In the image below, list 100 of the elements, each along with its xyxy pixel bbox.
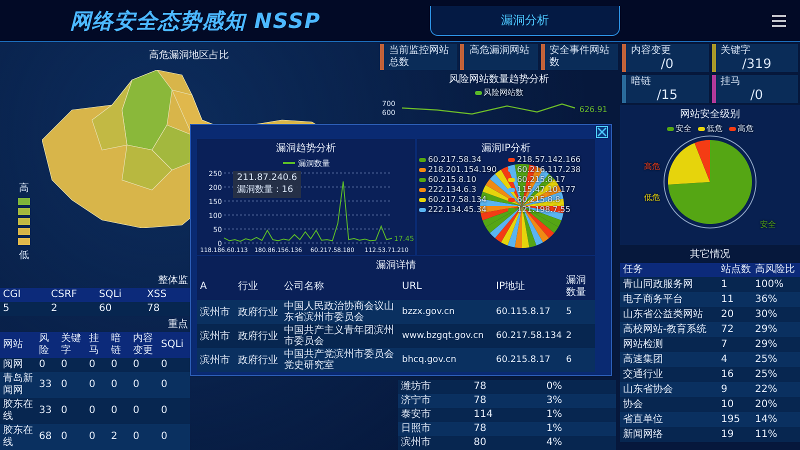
table-cell: 14% xyxy=(752,412,800,427)
table-cell: 33 xyxy=(36,398,58,424)
table-cell: 2 xyxy=(563,324,595,348)
table-cell: 0 xyxy=(58,358,86,372)
stat-card: 安全事件网站数 xyxy=(540,44,618,70)
table-cell: 阅网 xyxy=(0,358,36,372)
chart-title: 漏洞趋势分析 xyxy=(276,142,336,156)
table-cell: 25% xyxy=(752,367,800,382)
slice-label: 高危 xyxy=(644,161,660,172)
legend-high: 高 xyxy=(19,182,29,195)
legend-item: 低危 xyxy=(698,123,722,134)
close-button[interactable] xyxy=(596,126,608,138)
table-cell: 0 xyxy=(86,372,108,398)
slice-label: 安全 xyxy=(760,219,776,230)
table-cell: bzzx.gov.cn xyxy=(399,300,493,324)
table-cell: 11% xyxy=(752,427,800,442)
chart-tooltip: 211.87.240.6 漏洞数量 : 16 xyxy=(233,171,302,198)
pie-label: 60.215.8.8 xyxy=(508,195,593,204)
table-cell: 日照市 xyxy=(398,422,471,436)
table-cell: 20% xyxy=(752,397,800,412)
pie-label: 222.134.6.3 xyxy=(419,185,504,194)
table-cell: 195 xyxy=(718,412,752,427)
table-cell: 交通行业 xyxy=(620,367,718,382)
table-cell: 0 xyxy=(86,358,108,372)
table-cell: 114 xyxy=(470,408,544,422)
table-cell: 78 xyxy=(470,394,544,408)
pie-label: 60.215.8.10 xyxy=(419,175,504,184)
risk-trend-title: 风险网站数量趋势分析 xyxy=(448,72,550,87)
legend-label: 漏洞数量 xyxy=(298,159,330,168)
table-cell: 0 xyxy=(130,424,158,450)
table-cell: 0 xyxy=(58,372,86,398)
table-header: 内容变更 xyxy=(130,332,158,358)
value-label: 626.91 xyxy=(579,104,608,114)
pie-label: 121.198.7.55 xyxy=(508,205,593,214)
card-value: /15 xyxy=(656,90,679,102)
table-cell: 100% xyxy=(752,277,800,292)
table-cell: 0 xyxy=(58,398,86,424)
table-cell: 胶东在线 xyxy=(0,424,36,450)
legend-item: 安全 xyxy=(666,123,692,134)
table-cell: 0% xyxy=(543,380,616,394)
card-label: 暗链 xyxy=(631,76,652,88)
table-header: 网站 xyxy=(0,332,36,358)
table-cell: 0 xyxy=(36,358,58,372)
overall-title: 整体监 xyxy=(157,274,189,288)
table-cell: 0 xyxy=(158,398,190,424)
table-cell: 济宁市 xyxy=(398,394,471,408)
table-cell: 80 xyxy=(470,436,544,450)
table-cell: 7 xyxy=(718,337,752,352)
table-cell: 0 xyxy=(86,424,108,450)
table-cell: 电子商务平台 xyxy=(620,292,718,307)
table-cell: 9 xyxy=(718,382,752,397)
details-title: 漏洞详情 xyxy=(375,258,417,273)
slice-label: 低危 xyxy=(644,192,660,203)
table-cell: 29% xyxy=(752,322,800,337)
key-sites-title: 重点 xyxy=(167,318,189,332)
table-header: 站点数 xyxy=(718,263,752,277)
table-header: 漏洞数量 xyxy=(563,274,595,300)
menu-button[interactable] xyxy=(772,14,786,26)
table-cell: 省直单位 xyxy=(620,412,718,427)
table-cell: 6 xyxy=(563,348,595,372)
table-cell: 泰安市 xyxy=(398,408,471,422)
card-label: 关键字 xyxy=(720,45,752,57)
pie-label: 60.215.8.17 xyxy=(508,175,593,184)
table-cell: 滨州市 xyxy=(398,436,471,450)
card-value: /0 xyxy=(660,59,675,71)
card-value: /0 xyxy=(749,90,764,102)
table-cell: 高校网站-教育系统 xyxy=(620,322,718,337)
table-cell: 潍坊市 xyxy=(398,380,471,394)
page-tab[interactable]: 漏洞分析 xyxy=(430,6,620,36)
pie-label: 218.201.154.190 xyxy=(419,165,504,174)
table-cell: 0 xyxy=(108,372,130,398)
card-value: /319 xyxy=(741,59,772,71)
pie-title: 网站安全级别 xyxy=(680,108,740,122)
table-cell: 新闻网络 xyxy=(620,427,718,442)
legend-item: 风险网站数 xyxy=(474,87,524,98)
card-label: 内容变更 xyxy=(631,45,672,57)
table-cell: 33 xyxy=(36,372,58,398)
table-cell: 政府行业 xyxy=(235,324,281,348)
table-cell: 10 xyxy=(718,397,752,412)
table-cell: 中国人民政治协商会议山东省滨州市委员会 xyxy=(281,300,399,324)
table-cell: 5 xyxy=(0,302,48,316)
table-cell: 协会 xyxy=(620,397,718,412)
legend-low: 低 xyxy=(19,249,29,262)
table-cell: 72 xyxy=(718,322,752,337)
table-header: 暗链 xyxy=(108,332,130,358)
table-cell: 0 xyxy=(158,424,190,450)
table-cell: 中国共产党滨州市委员会党史研究室 xyxy=(281,348,399,372)
table-cell: 政府行业 xyxy=(235,300,281,324)
table-cell: 78 xyxy=(470,380,544,394)
table-cell: 0 xyxy=(58,424,86,450)
pie-label: 60.217.58.34 xyxy=(419,155,504,164)
table-cell: 1% xyxy=(543,422,616,436)
table-cell: bhcq.gov.cn xyxy=(399,348,493,372)
pie-label: 218.57.142.166 xyxy=(508,155,593,164)
stat-card: 高危漏洞网站 xyxy=(460,44,538,70)
chart-title: 漏洞IP分析 xyxy=(482,142,530,156)
table-cell: 78 xyxy=(470,422,544,436)
table-cell: 滨州市 xyxy=(197,324,235,348)
table-cell: 政府行业 xyxy=(235,348,281,372)
table-header: CSRF xyxy=(48,288,96,302)
